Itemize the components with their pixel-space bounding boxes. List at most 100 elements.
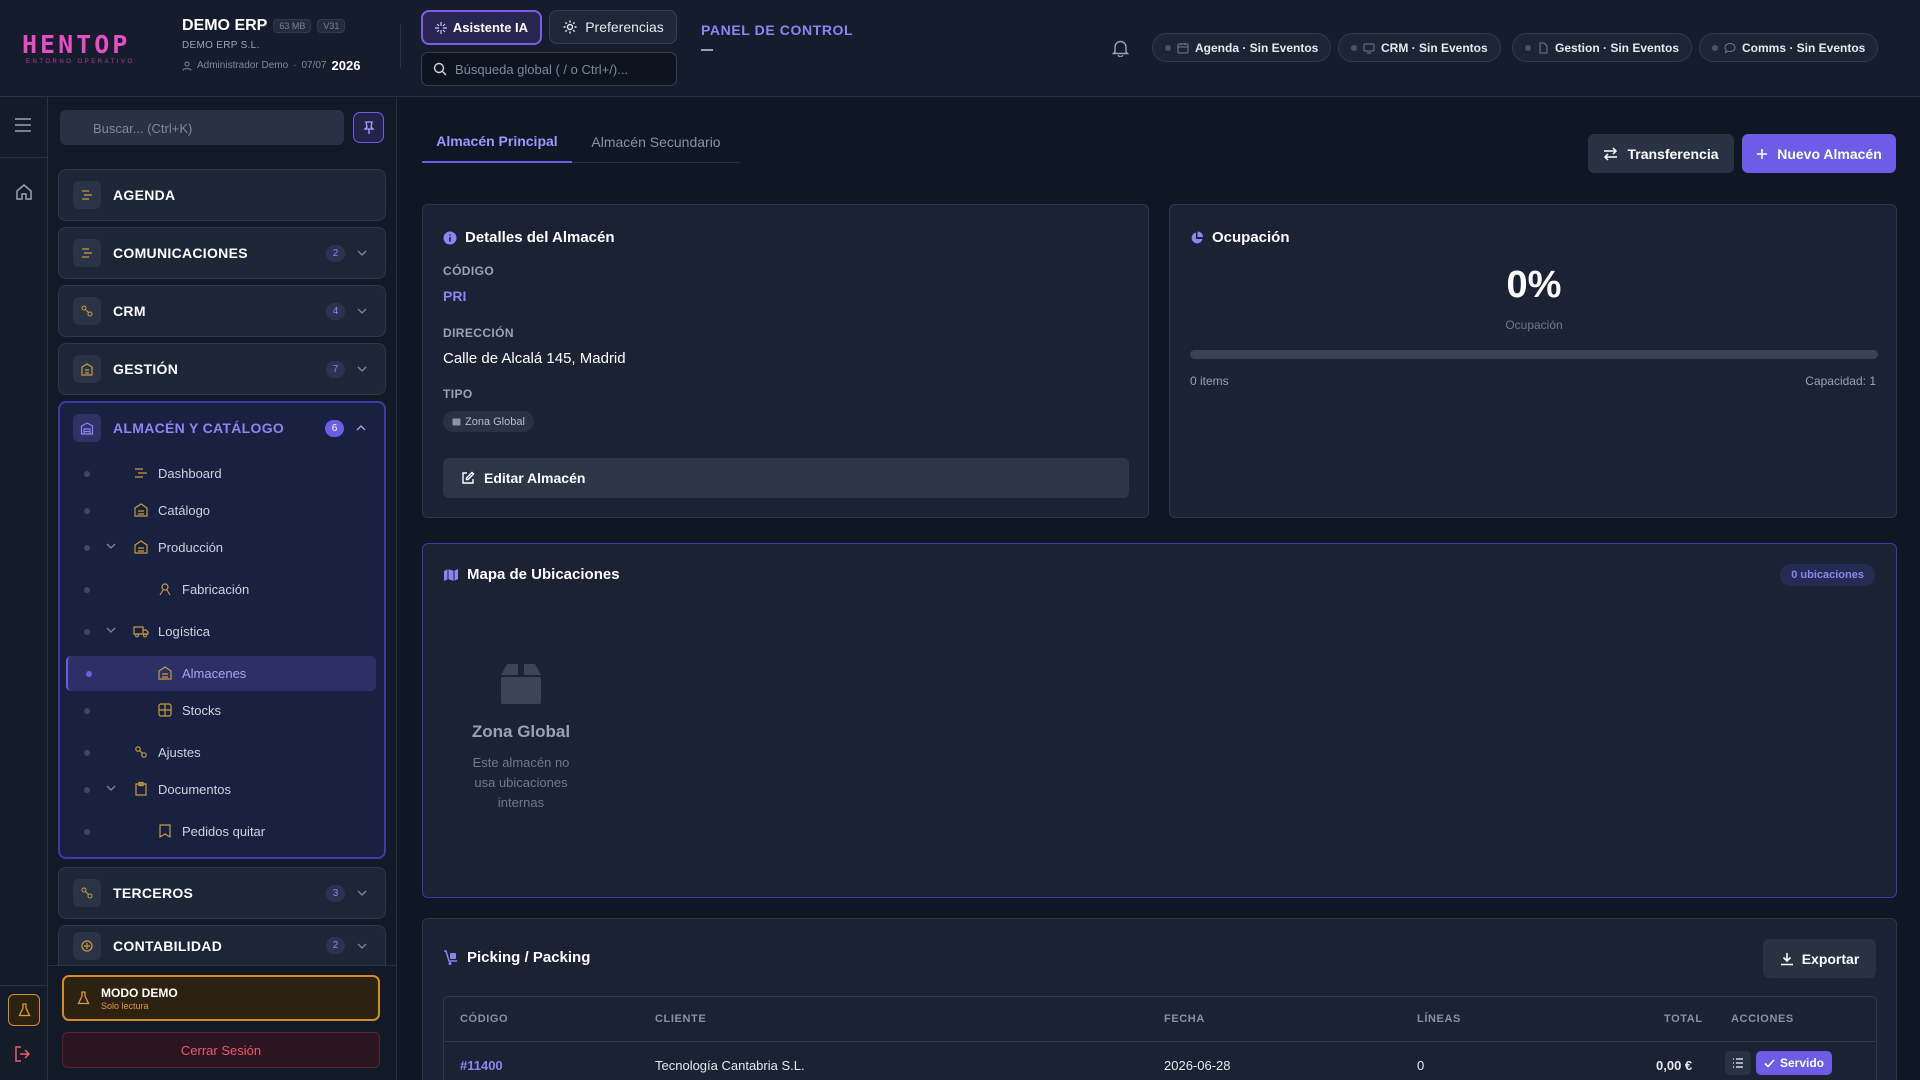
check-icon (1764, 1058, 1775, 1068)
chevron-up-icon (356, 425, 366, 431)
user-name: Administrador Demo (197, 60, 289, 71)
ai-assistant-button[interactable]: Asistente IA (421, 10, 542, 45)
count-badge: 7 (326, 360, 345, 378)
warehouse-address: Calle de Alcalá 145, Madrid (443, 350, 626, 367)
calendar-icon (1177, 42, 1189, 53)
info-icon (443, 231, 457, 244)
flask-icon (17, 1003, 31, 1017)
brand-logo[interactable]: HENTOP ENTORNO OPERATIVO (22, 32, 144, 66)
sidebar-section-comunicaciones[interactable]: COMUNICACIONES 2 (58, 227, 386, 279)
type-label: TIPO (443, 387, 473, 401)
global-search-input[interactable]: Búsqueda global ( / o Ctrl+/)... (421, 52, 677, 86)
count-badge: 6 (325, 419, 344, 437)
sidebar-item-catalogo[interactable]: Catálogo (66, 493, 376, 528)
logout-button[interactable]: Cerrar Sesión (62, 1032, 380, 1068)
logout-rail-button[interactable] (14, 1045, 32, 1063)
sidebar-item-ajustes[interactable]: Ajustes (66, 735, 376, 770)
search-icon (433, 62, 447, 76)
sidebar-item-pedidos-quitar[interactable]: Pedidos quitar (66, 814, 376, 849)
notifications-button[interactable] (1112, 39, 1129, 57)
count-badge: 2 (326, 244, 345, 262)
comms-events-chip[interactable]: Comms · Sin Eventos (1699, 33, 1879, 62)
document-icon (1539, 42, 1548, 53)
warehouse-code: PRI (443, 288, 467, 304)
panel-title: PANEL DE CONTROL (701, 22, 854, 38)
details-title: Detalles del Almacén (465, 229, 615, 246)
tab-almacen-principal[interactable]: Almacén Principal (422, 120, 572, 163)
menu-toggle-button[interactable] (14, 118, 32, 132)
address-label: DIRECCIÓN (443, 326, 514, 340)
adjust-icon (135, 746, 147, 758)
occupancy-percent: 0% (1506, 264, 1562, 306)
chevron-down-icon (106, 543, 116, 549)
occupancy-card: Ocupación 0% Ocupación 0 items Capacidad… (1169, 204, 1897, 518)
picking-table: CÓDIGO CLIENTE FECHA LÍNEAS TOTAL ACCION… (443, 996, 1877, 1080)
sidebar-item-dashboard[interactable]: Dashboard (66, 456, 376, 491)
warehouse-icon (80, 422, 94, 435)
list-icon (1733, 1058, 1743, 1068)
picking-packing-card: Picking / Packing Exportar CÓDIGO CLIENT… (422, 918, 1897, 1080)
warehouse-icon (158, 666, 172, 680)
truck-icon (133, 626, 149, 638)
order-code-link[interactable]: #11400 (460, 1058, 503, 1073)
calculator-icon (81, 939, 93, 952)
box-icon (452, 418, 461, 426)
sidebar-section-contabilidad[interactable]: CONTABILIDAD 2 (58, 925, 386, 965)
view-lines-button[interactable] (1725, 1051, 1751, 1075)
tab-almacen-secundario[interactable]: Almacén Secundario (572, 120, 740, 163)
zone-description: Este almacén no usa ubicaciones internas (472, 755, 570, 810)
current-year: 2026 (331, 58, 361, 73)
warehouse-type-badge: Zona Global (443, 411, 534, 432)
dolly-icon (444, 949, 457, 965)
edit-warehouse-button[interactable]: Editar Almacén (443, 458, 1129, 498)
sidebar-item-produccion[interactable]: Producción (66, 530, 376, 565)
sidebar-section-crm[interactable]: CRM 4 (58, 285, 386, 337)
sidebar-item-almacenes[interactable]: Almacenes (66, 656, 376, 691)
home-button[interactable] (15, 183, 33, 201)
occupancy-capacity: Capacidad: 1 (1805, 374, 1876, 388)
count-badge: 2 (326, 937, 345, 954)
clipboard-icon (135, 781, 147, 796)
flask-icon (77, 991, 90, 1005)
sidebar-section-almacen-catalogo: ALMACÉN Y CATÁLOGO 6 Dashboard Catálogo … (58, 401, 386, 859)
crm-events-chip[interactable]: CRM · Sin Eventos (1338, 33, 1501, 62)
export-button[interactable]: Exportar (1763, 939, 1876, 978)
sidebar-search-input[interactable]: Buscar... (Ctrl+K) (60, 110, 344, 145)
chevron-down-icon (357, 308, 367, 314)
icon-rail (0, 97, 48, 1080)
sidebar-item-logistica[interactable]: Logística (66, 614, 376, 649)
lines-cell: 0 (1417, 1058, 1425, 1073)
map-title: Mapa de Ubicaciones (467, 566, 620, 583)
warehouse-details-card: Detalles del Almacén CÓDIGO PRI DIRECCIÓ… (422, 204, 1149, 518)
column-header: FECHA (1164, 1013, 1205, 1025)
column-header: ACCIONES (1731, 1013, 1794, 1025)
divider (400, 24, 401, 68)
new-warehouse-button[interactable]: Nuevo Almacén (1742, 134, 1896, 173)
occupancy-items: 0 items (1190, 374, 1229, 388)
agenda-events-chip[interactable]: Agenda · Sin Eventos (1152, 33, 1332, 62)
served-status-button[interactable]: Servido (1756, 1051, 1832, 1075)
sidebar-section-terceros[interactable]: TERCEROS 3 (58, 867, 386, 919)
gestion-events-chip[interactable]: Gestion · Sin Eventos (1512, 33, 1693, 62)
sidebar-section-almacen-header[interactable]: ALMACÉN Y CATÁLOGO 6 (60, 403, 384, 453)
demo-mode-button[interactable] (8, 994, 40, 1026)
sidebar-section-agenda[interactable]: AGENDA (58, 169, 386, 221)
monitor-icon (1363, 43, 1375, 53)
sidebar-item-stocks[interactable]: Stocks (66, 693, 376, 728)
preferences-button[interactable]: Preferencias (549, 10, 677, 44)
top-bar: HENTOP ENTORNO OPERATIVO DEMO ERP 63 MB … (0, 0, 1920, 97)
hamburger-icon (15, 118, 31, 132)
zone-title: Zona Global (471, 722, 571, 741)
download-icon (1780, 952, 1793, 965)
chevron-down-icon (357, 250, 367, 256)
locations-map-card: Mapa de Ubicaciones 0 ubicaciones Zona G… (422, 543, 1897, 898)
transfer-button[interactable]: Transferencia (1588, 134, 1734, 173)
zone-global-item: Zona Global Este almacén no usa ubicacio… (461, 662, 581, 813)
sidebar-section-gestion[interactable]: GESTIÓN 7 (58, 343, 386, 395)
date-cell: 2026-06-28 (1164, 1058, 1231, 1073)
sidebar-item-documentos[interactable]: Documentos (66, 772, 376, 807)
factory-icon (134, 540, 148, 554)
sidebar-item-fabricacion[interactable]: Fabricación (66, 572, 376, 607)
client-cell: Tecnología Cantabria S.L. (655, 1058, 805, 1073)
pin-sidebar-button[interactable] (353, 112, 384, 143)
